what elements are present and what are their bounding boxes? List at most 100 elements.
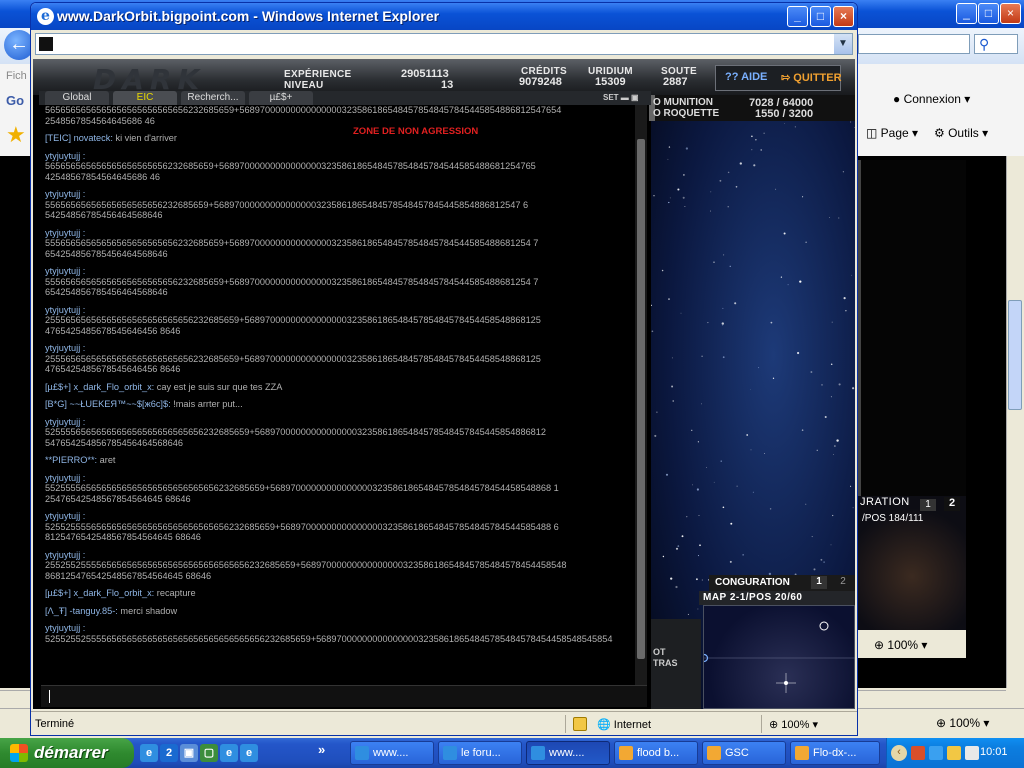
zoom-control[interactable]: ⊕ 100% ▾	[769, 718, 818, 731]
taskbar-button-2[interactable]: le foru...	[438, 741, 522, 765]
bg-zoom-control-inner[interactable]: ⊕ 100% ▾	[874, 638, 927, 652]
darkorbit-game[interactable]: DARK EXPÉRIENCE 29051113 NIVEAU 13 CRÉDI…	[33, 59, 855, 709]
taskbar-button-1[interactable]: www....	[350, 741, 434, 765]
tray-expand-icon[interactable]: ‹	[891, 745, 907, 761]
star	[833, 454, 834, 455]
tray-app-icon[interactable]	[911, 746, 925, 760]
outils-menu[interactable]: ⚙ Outils ▾	[934, 126, 988, 140]
page-menu[interactable]: ◫ Page ▾	[866, 126, 918, 140]
taskbar-button-5[interactable]: GSC	[702, 741, 786, 765]
bg-google-link[interactable]: Go	[6, 93, 24, 108]
search-icon[interactable]: ⚲	[974, 34, 1018, 54]
chat-author[interactable]: ytyjuytujj :	[45, 550, 85, 560]
taskbar-button-3[interactable]: www....	[526, 741, 610, 765]
taskbar-button-4[interactable]: flood b...	[614, 741, 698, 765]
minimap-tab-1[interactable]: 1	[811, 576, 827, 589]
munition-label: O MUNITION	[653, 97, 713, 108]
star	[661, 269, 664, 272]
quicklaunch-messenger-icon[interactable]: 2	[160, 744, 178, 762]
minimize-button[interactable]: _	[787, 6, 808, 27]
window-titlebar[interactable]: e www.DarkOrbit.bigpoint.com - Windows I…	[31, 3, 857, 30]
star	[682, 196, 685, 199]
quicklaunch-desktop-icon[interactable]: ▢	[200, 744, 218, 762]
chat-author[interactable]: [µ£$+] x_dark_Flo_orbit_x:	[45, 382, 154, 392]
chat-author[interactable]: ytyjuytujj :	[45, 151, 85, 161]
minimap-left-label[interactable]: OT TRAS	[653, 647, 678, 669]
chat-set-button[interactable]: SET ▬ ▣	[603, 93, 639, 102]
chat-author[interactable]: ytyjuytujj :	[45, 189, 85, 199]
bg-maximize-button[interactable]: □	[978, 3, 999, 24]
ie-icon	[443, 746, 457, 760]
chat-author[interactable]: [B*G] ~~ŁUEKEЯ™~~$[ж6c]$:	[45, 399, 171, 409]
quitter-button[interactable]: ⇰ QUITTER	[781, 71, 842, 84]
minimap-view[interactable]	[699, 605, 855, 709]
chat-author[interactable]: **PIERRO**:	[45, 455, 97, 465]
bg-scroll-thumb[interactable]	[1008, 300, 1022, 410]
bg-minimize-button[interactable]: _	[956, 3, 977, 24]
star	[742, 554, 744, 556]
star	[820, 558, 823, 561]
tab-clan[interactable]: µ£$+	[249, 91, 313, 105]
chat-line: 654254856785456464568646	[45, 287, 633, 298]
bg-zoom-control[interactable]: ⊕ 100% ▾	[936, 716, 989, 730]
tray-network-icon[interactable]	[929, 746, 943, 760]
minimap-graphics	[699, 621, 855, 693]
chat-author[interactable]: ytyjuytujj :	[45, 343, 85, 353]
minimap-tab-2[interactable]: 2	[835, 576, 851, 589]
chat-line: [Λ_Ŧ] -tanguy.85-: merci shadow	[45, 606, 633, 617]
star	[830, 544, 832, 546]
star	[755, 139, 757, 141]
quicklaunch-overflow-icon[interactable]: »	[318, 742, 325, 757]
star	[701, 579, 703, 581]
bg-address-field[interactable]	[858, 34, 970, 54]
maximize-button[interactable]: □	[810, 6, 831, 27]
star	[852, 507, 854, 509]
chat-author[interactable]: [TEIC] novateck:	[45, 133, 113, 143]
star	[734, 302, 737, 305]
close-button[interactable]: ×	[833, 6, 854, 27]
star	[721, 322, 724, 325]
quicklaunch-ie2-icon[interactable]: e	[220, 744, 238, 762]
chat-scroll-thumb[interactable]	[637, 139, 645, 659]
star	[854, 127, 855, 128]
chat-author[interactable]: ytyjuytujj :	[45, 228, 85, 238]
chat-author[interactable]: [Λ_Ŧ] -tanguy.85-:	[45, 606, 118, 616]
connexion-menu[interactable]: ● Connexion ▾	[893, 92, 970, 106]
quicklaunch-ie3-icon[interactable]: e	[240, 744, 258, 762]
aide-button[interactable]: ?? AIDE	[725, 71, 767, 83]
chat-author[interactable]: ytyjuytujj :	[45, 623, 85, 633]
star	[851, 274, 853, 276]
popup-blocker-icon[interactable]	[573, 717, 587, 731]
bg-minimap-tab-2[interactable]: 2	[944, 497, 960, 511]
chat-author[interactable]: ytyjuytujj :	[45, 266, 85, 276]
quicklaunch-ie-icon[interactable]: e	[140, 744, 158, 762]
star	[687, 613, 689, 615]
chat-message: 55656565656565656565656232685659+5689700…	[45, 199, 529, 210]
chat-author[interactable]: ytyjuytujj :	[45, 511, 85, 521]
chat-author[interactable]: ytyjuytujj :	[45, 305, 85, 315]
quicklaunch-app-icon[interactable]: ▣	[180, 744, 198, 762]
bg-minimap-tab-1[interactable]: 1	[920, 499, 936, 511]
tab-recherche[interactable]: Recherch...	[181, 91, 245, 105]
chat-line: ytyjuytujj :	[45, 343, 633, 354]
start-button[interactable]: démarrer	[0, 738, 134, 768]
tab-global[interactable]: Global	[45, 91, 109, 105]
chat-message: merci shadow	[117, 605, 178, 616]
chat-input[interactable]	[41, 685, 647, 707]
chat-message: 4765425485678545646456 8646	[45, 364, 181, 374]
chat-author[interactable]: ytyjuytujj :	[45, 417, 85, 427]
address-dropdown-icon[interactable]: ▼	[834, 34, 852, 54]
taskbar-button-6[interactable]: Flo-dx-...	[790, 741, 880, 765]
address-bar[interactable]: ▼	[35, 33, 853, 55]
bg-close-button[interactable]: ×	[1000, 3, 1021, 24]
chat-author[interactable]: ytyjuytujj :	[45, 473, 85, 483]
bg-menu-fichier[interactable]: Fich	[6, 70, 27, 82]
bg-vertical-scrollbar[interactable]	[1006, 156, 1024, 688]
star	[701, 403, 702, 405]
chat-author[interactable]: [µ£$+] x_dark_Flo_orbit_x:	[45, 588, 154, 598]
windows-logo-icon	[10, 744, 28, 762]
tab-eic[interactable]: EIC	[113, 91, 177, 105]
tray-volume-icon[interactable]	[965, 746, 979, 760]
favorites-star-icon[interactable]: ★	[6, 122, 26, 148]
tray-security-icon[interactable]	[947, 746, 961, 760]
